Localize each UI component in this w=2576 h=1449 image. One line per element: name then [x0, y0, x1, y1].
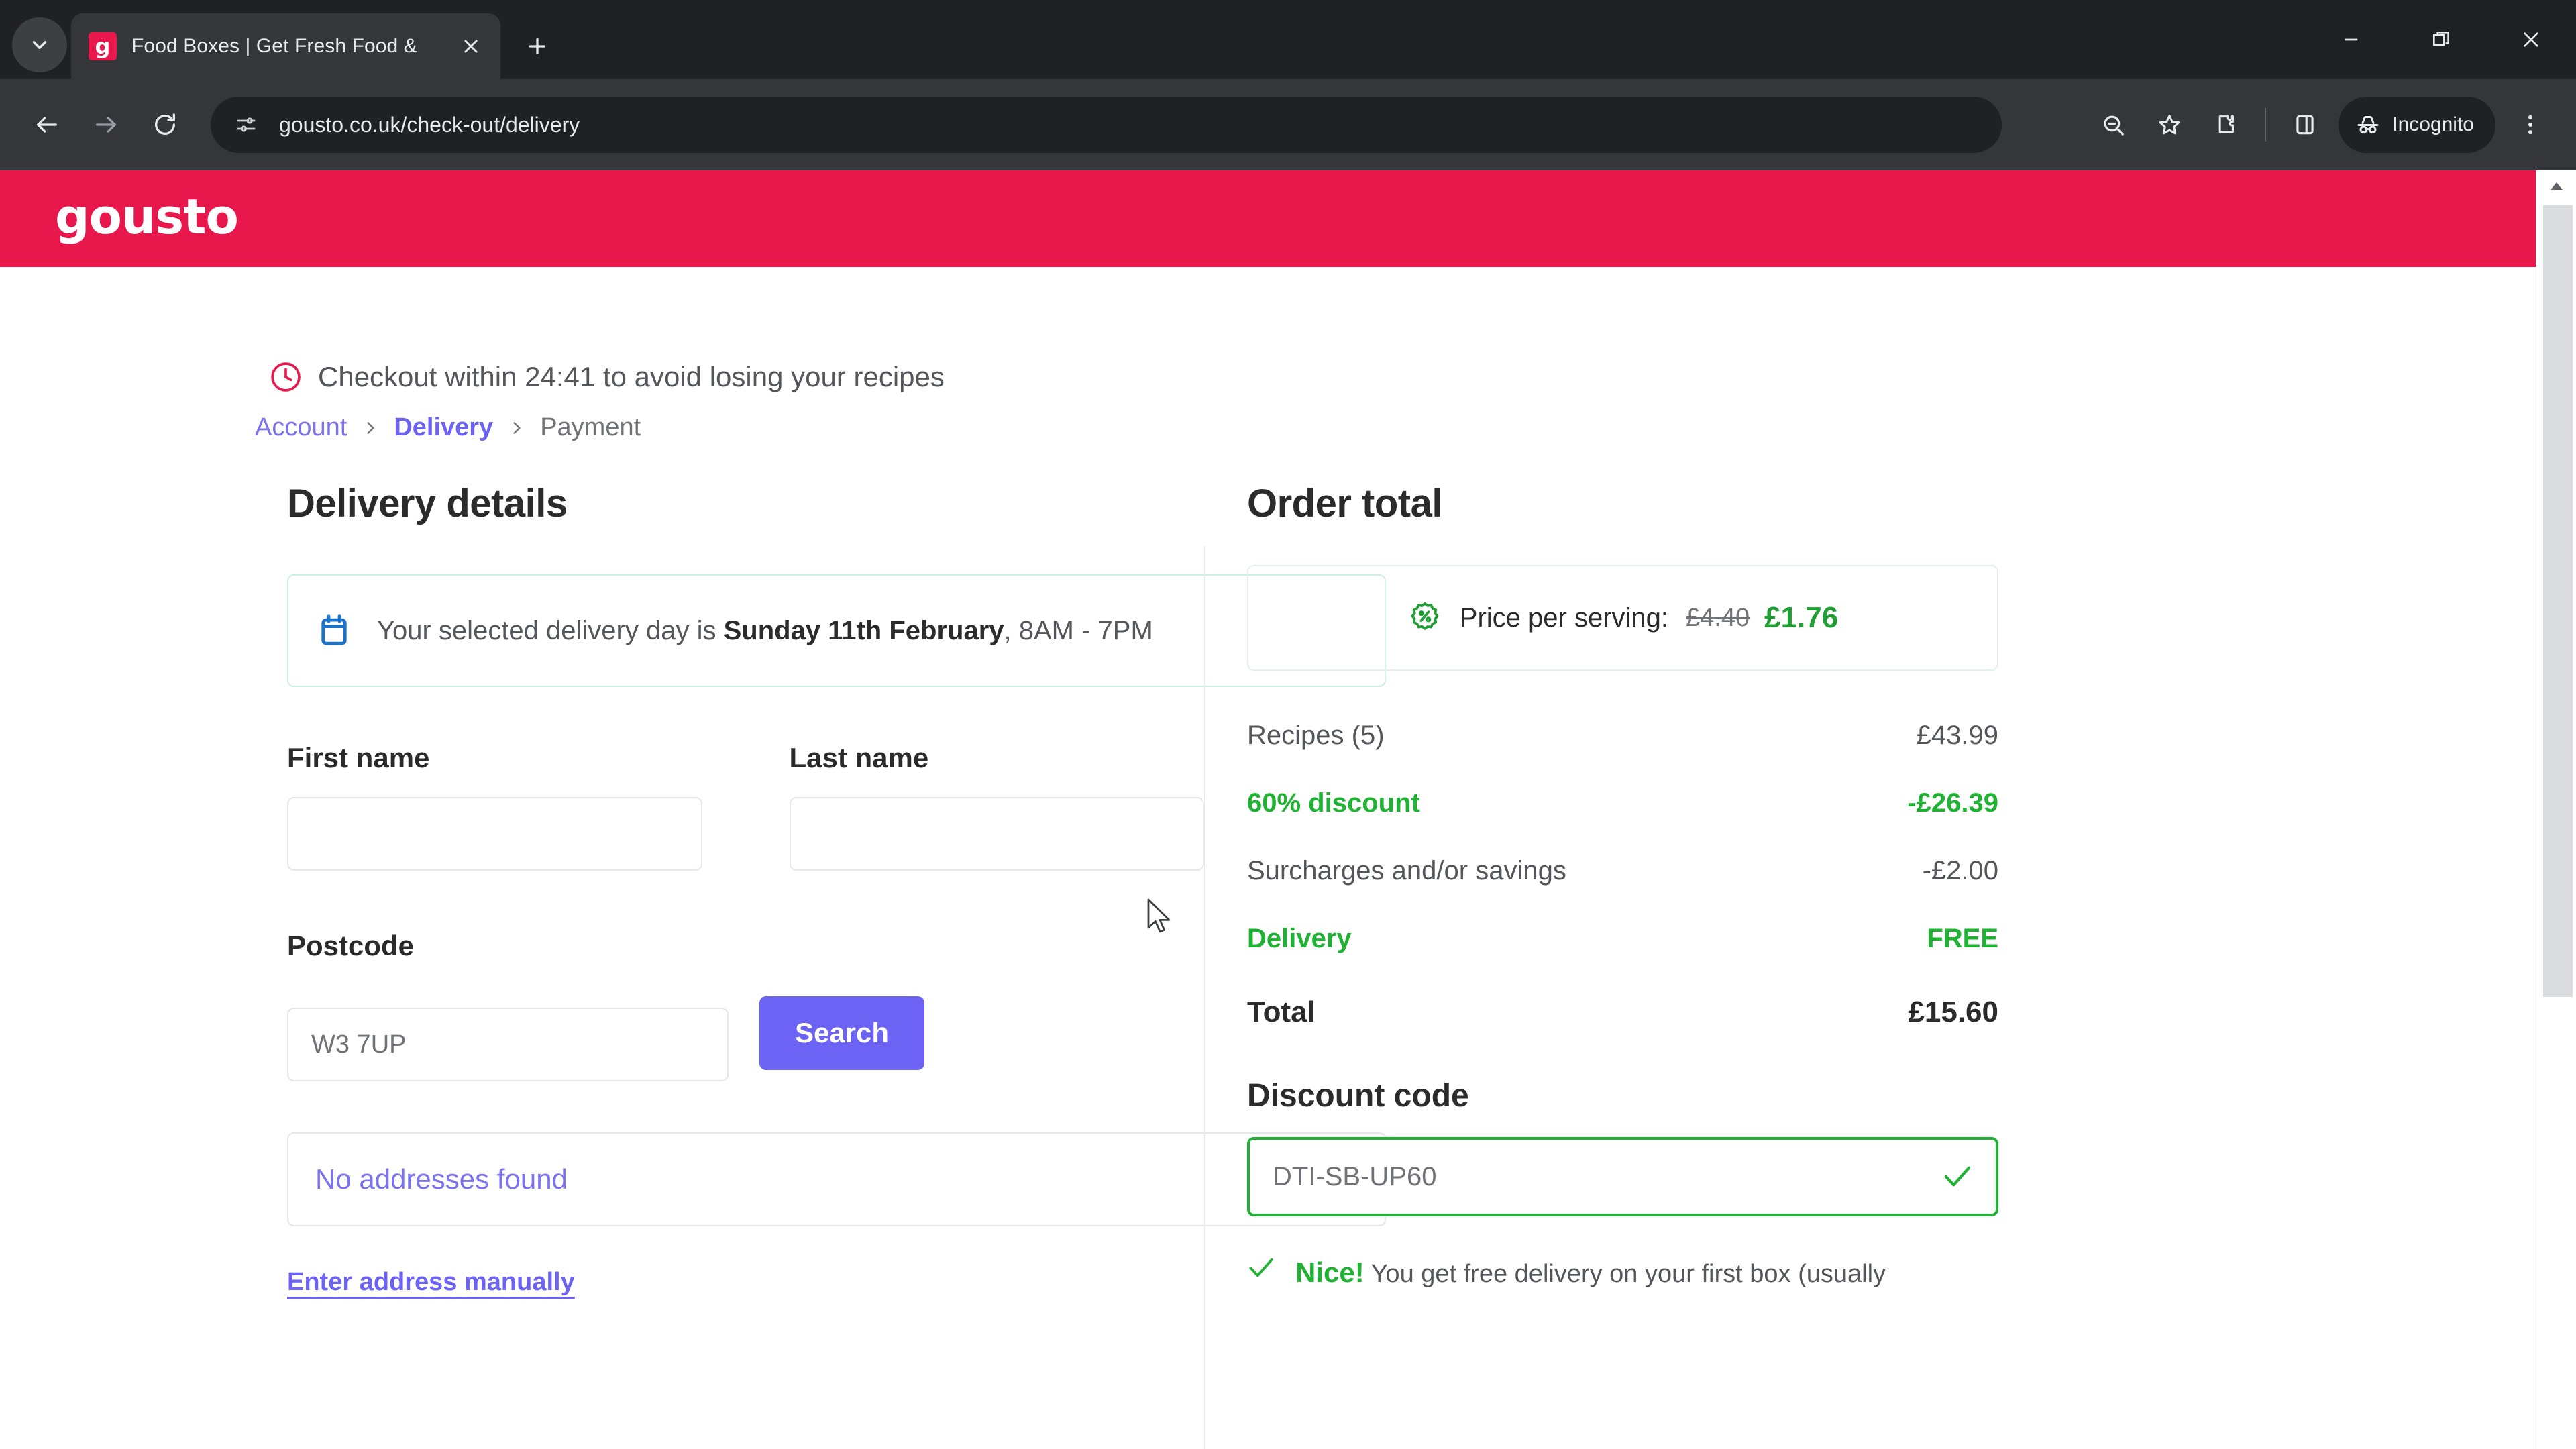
- order-line-value: £43.99: [1916, 720, 1998, 750]
- delivery-day-suffix: , 8AM - 7PM: [1004, 615, 1153, 645]
- incognito-indicator[interactable]: Incognito: [2339, 97, 2496, 153]
- browser-toolbar: gousto.co.uk/check-out/delivery Incognit…: [0, 79, 2576, 170]
- delivery-details-column: Delivery details Your selected delivery …: [0, 481, 1386, 1449]
- gousto-favicon: g: [89, 32, 117, 60]
- discount-code-field[interactable]: [1247, 1137, 1998, 1216]
- discount-code-label: Discount code: [1247, 1078, 1469, 1114]
- order-line-recipes: Recipes (5) £43.99: [1247, 720, 1998, 751]
- browser-window: g Food Boxes | Get Fresh Food & gousto.c…: [0, 0, 2576, 1449]
- checkout-timer-text: Checkout within 24:41 to avoid losing yo…: [318, 361, 945, 392]
- star-icon[interactable]: [2141, 97, 2198, 153]
- delivery-day-prefix: Your selected delivery day is: [377, 615, 724, 645]
- order-line-label: 60% discount: [1247, 788, 1420, 818]
- order-line-total: Total £15.60: [1247, 996, 1998, 1029]
- order-line-label: Total: [1247, 996, 1316, 1028]
- tab-close-icon[interactable]: [453, 29, 488, 64]
- order-line-label: Delivery: [1247, 924, 1352, 953]
- page-scrollbar[interactable]: [2536, 170, 2576, 1449]
- breadcrumb-item-delivery[interactable]: Delivery: [394, 413, 493, 442]
- last-name-group: Last name: [789, 742, 1204, 871]
- order-line-value: £15.60: [1908, 996, 1998, 1028]
- side-panel-icon[interactable]: [2277, 97, 2333, 153]
- chevron-right-icon: [362, 417, 379, 439]
- page-title: Delivery details: [287, 482, 568, 525]
- price-per-serving-label: Price per serving:: [1459, 602, 1669, 633]
- back-arrow-icon[interactable]: [17, 95, 76, 154]
- postcode-input[interactable]: [287, 1008, 729, 1081]
- discount-success-message: Nice! You get free delivery on your firs…: [1247, 1251, 1998, 1293]
- order-line-value: FREE: [1927, 924, 1998, 953]
- new-tab-button[interactable]: [515, 24, 559, 68]
- close-window-button[interactable]: [2486, 0, 2576, 79]
- price-per-serving-old: £4.40: [1686, 603, 1750, 632]
- address-bar[interactable]: gousto.co.uk/check-out/delivery: [211, 97, 2002, 153]
- delivery-day-text: Your selected delivery day is Sunday 11t…: [377, 616, 1153, 646]
- tab-search-button[interactable]: [12, 17, 67, 72]
- last-name-label: Last name: [789, 742, 929, 773]
- scrollbar-thumb[interactable]: [2543, 205, 2573, 997]
- reload-icon[interactable]: [136, 95, 195, 154]
- order-line-delivery: Delivery FREE: [1247, 924, 1998, 954]
- address-select-value: No addresses found: [315, 1163, 568, 1195]
- price-per-serving-box: Price per serving: £4.40 £1.76: [1247, 565, 1998, 671]
- incognito-label: Incognito: [2392, 113, 2474, 136]
- site-settings-icon[interactable]: [231, 109, 262, 140]
- breadcrumb-item-payment[interactable]: Payment: [540, 413, 641, 442]
- chevron-right-icon: [508, 417, 525, 439]
- name-fields-row: First name Last name: [287, 742, 1204, 871]
- order-line-discount: 60% discount -£26.39: [1247, 788, 1998, 818]
- site-header: gousto: [0, 170, 2536, 267]
- order-line-label: Surcharges and/or savings: [1247, 856, 1566, 885]
- minimize-button[interactable]: [2306, 0, 2396, 79]
- discount-success-text: Nice! You get free delivery on your firs…: [1295, 1251, 1886, 1293]
- page-content: Checkout within 24:41 to avoid losing yo…: [0, 360, 2536, 1449]
- checkout-timer: Checkout within 24:41 to avoid losing yo…: [268, 360, 2536, 394]
- enter-address-manually-link[interactable]: Enter address manually: [287, 1268, 575, 1297]
- maximize-restore-button[interactable]: [2396, 0, 2486, 79]
- order-line-surcharges: Surcharges and/or savings -£2.00: [1247, 856, 1998, 886]
- checkout-columns: Delivery details Your selected delivery …: [0, 481, 2536, 1449]
- tab-strip: g Food Boxes | Get Fresh Food &: [0, 0, 2576, 79]
- order-line-value: -£26.39: [1907, 788, 1998, 818]
- gousto-logo[interactable]: gousto: [55, 193, 239, 241]
- extensions-puzzle-icon[interactable]: [2198, 97, 2254, 153]
- order-line-label: Recipes (5): [1247, 720, 1385, 750]
- discount-code-input[interactable]: [1273, 1161, 1942, 1192]
- search-button[interactable]: Search: [759, 996, 924, 1070]
- first-name-label: First name: [287, 742, 430, 773]
- postcode-group: Postcode Search: [287, 930, 1204, 1081]
- last-name-input[interactable]: [789, 797, 1204, 871]
- first-name-group: First name: [287, 742, 702, 871]
- order-total-column: Order total Price per serving: £4.40 £1.…: [1205, 481, 2098, 1449]
- toolbar-right-group: Incognito: [2085, 97, 2559, 153]
- tab-title: Food Boxes | Get Fresh Food &: [131, 35, 417, 57]
- forward-arrow-icon[interactable]: [76, 95, 136, 154]
- discount-success-body: You get free delivery on your first box …: [1364, 1260, 1886, 1288]
- checkmark-icon: [1247, 1255, 1275, 1293]
- url-text: gousto.co.uk/check-out/delivery: [279, 112, 580, 137]
- page-viewport: gousto Checkout within 24:41 to avoid lo…: [0, 170, 2576, 1449]
- calendar-icon: [315, 612, 353, 649]
- breadcrumb: Account Delivery Payment: [255, 413, 2536, 442]
- breadcrumb-item-account[interactable]: Account: [255, 413, 347, 442]
- three-dot-menu-icon[interactable]: [2502, 97, 2559, 153]
- delivery-day-value: Sunday 11th February: [723, 615, 1004, 645]
- scroll-up-arrow-icon[interactable]: [2536, 170, 2576, 201]
- first-name-input[interactable]: [287, 797, 702, 871]
- price-per-serving-new: £1.76: [1764, 601, 1839, 634]
- clock-icon: [268, 360, 303, 394]
- order-total-title: Order total: [1247, 482, 1443, 525]
- zoom-out-icon[interactable]: [2085, 97, 2141, 153]
- discount-badge-icon: [1407, 600, 1442, 635]
- checkmark-icon: [1942, 1164, 1973, 1189]
- window-controls: [2306, 0, 2576, 79]
- discount-success-highlight: Nice!: [1295, 1256, 1364, 1288]
- postcode-label: Postcode: [287, 930, 415, 961]
- toolbar-divider: [2265, 108, 2267, 142]
- order-line-value: -£2.00: [1922, 856, 1998, 885]
- postcode-row: Search: [287, 985, 1204, 1081]
- browser-tab[interactable]: g Food Boxes | Get Fresh Food &: [71, 13, 500, 79]
